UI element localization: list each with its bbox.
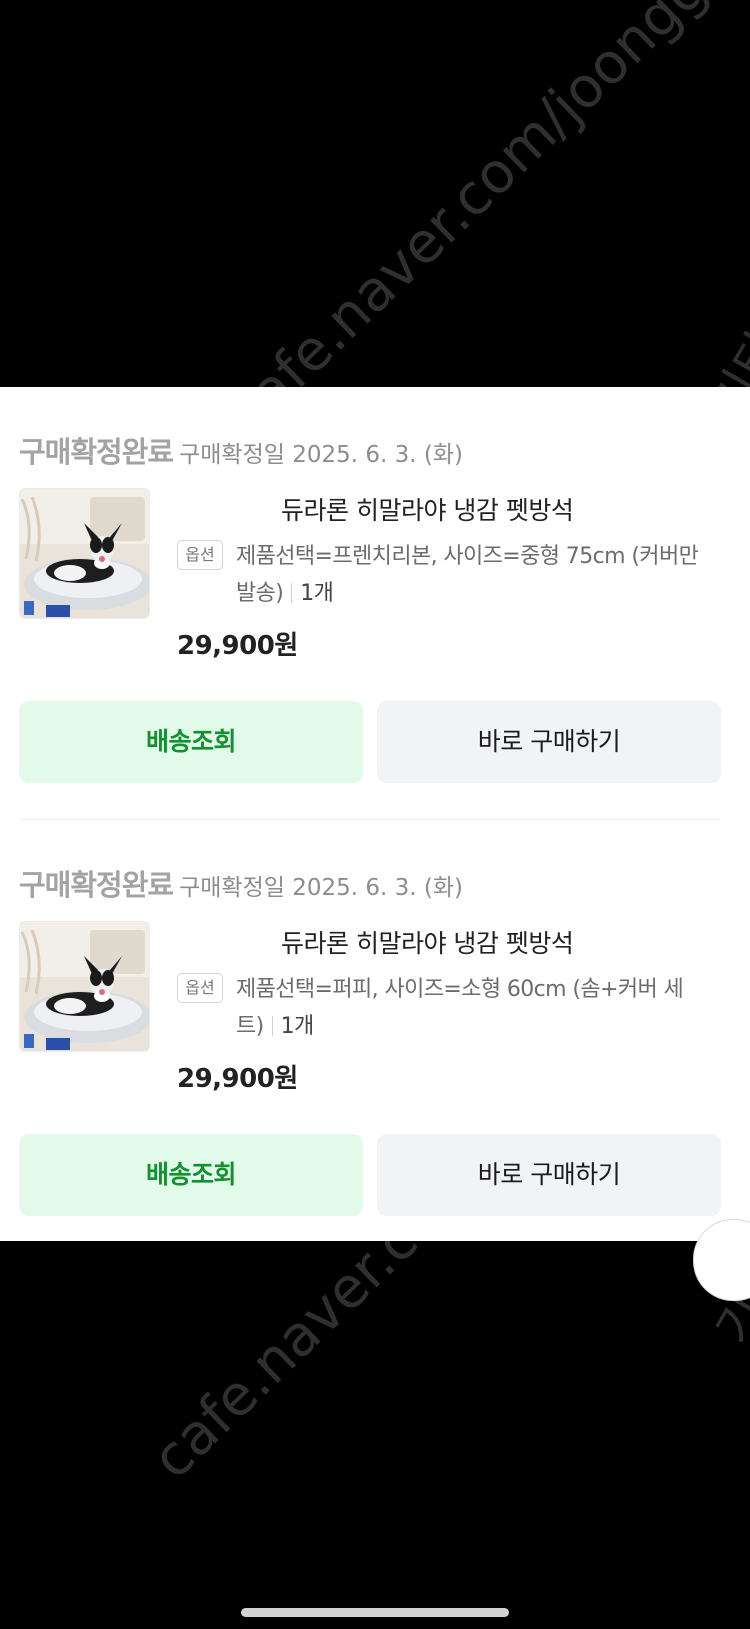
- order-status: 구매확정완료: [19, 435, 174, 469]
- track-delivery-button[interactable]: 배송조회: [19, 701, 363, 783]
- order-status-line: 구매확정완료 구매확정일 2025. 6. 3. (화): [19, 429, 463, 471]
- option-quantity: 1개: [300, 581, 334, 606]
- option-text-block: 제품선택=프렌치리본, 사이즈=중형 75cm (커버만 발송) 1개: [236, 538, 706, 612]
- option-divider: [271, 1016, 273, 1036]
- dog-on-bed-image: [20, 489, 149, 618]
- order-list-sheet: 구매확정완료 구매확정일 2025. 6. 3. (화) 듀라론 히말라야 냉감…: [0, 387, 750, 1301]
- buy-now-button[interactable]: 바로 구매하기: [377, 1134, 721, 1216]
- option-badge: 옵션: [177, 540, 223, 570]
- order-status: 구매확정완료: [19, 868, 174, 902]
- watermark-upper: cafe.naver.com/joonggonara: [215, 0, 750, 447]
- option-badge: 옵션: [177, 973, 223, 1003]
- buy-now-button[interactable]: 바로 구매하기: [377, 701, 721, 783]
- product-thumbnail[interactable]: [19, 488, 150, 619]
- product-thumbnail[interactable]: [19, 921, 150, 1052]
- scroll-top-icon[interactable]: [693, 1219, 750, 1301]
- order-card: 구매확정완료 구매확정일 2025. 6. 3. (화) 듀라론 히말라야 냉감…: [0, 820, 750, 1230]
- order-status-line: 구매확정완료 구매확정일 2025. 6. 3. (화): [19, 862, 463, 904]
- product-name[interactable]: 듀라론 히말라야 냉감 펫방석: [281, 924, 574, 960]
- home-indicator[interactable]: [241, 1608, 509, 1617]
- option-divider: [291, 583, 293, 603]
- order-card: 구매확정완료 구매확정일 2025. 6. 3. (화) 듀라론 히말라야 냉감…: [0, 387, 750, 797]
- option-text-block: 제품선택=퍼피, 사이즈=소형 60cm (솜+커버 세트) 1개: [236, 971, 706, 1045]
- product-price: 29,900원: [177, 631, 298, 661]
- option-quantity: 1개: [280, 1014, 315, 1039]
- confirm-date: 구매확정일 2025. 6. 3. (화): [179, 875, 463, 901]
- track-delivery-button[interactable]: 배송조회: [19, 1134, 363, 1216]
- confirm-date: 구매확정일 2025. 6. 3. (화): [179, 442, 463, 468]
- product-price: 29,900원: [177, 1064, 298, 1094]
- product-name[interactable]: 듀라론 히말라야 냉감 펫방석: [281, 491, 574, 527]
- dog-on-bed-image: [20, 922, 149, 1051]
